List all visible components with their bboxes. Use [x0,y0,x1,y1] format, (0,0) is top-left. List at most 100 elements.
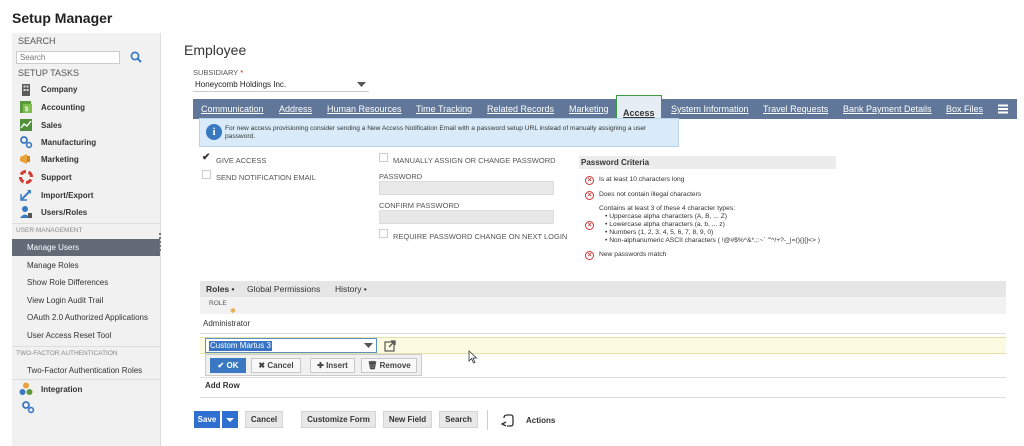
sidebar-item-marketing[interactable]: Marketing [18,151,79,167]
actions-menu[interactable]: Actions [500,413,555,427]
criteria-type-symbols: • Non-alphanumeric ASCII characters ( !@… [605,237,821,244]
search-button[interactable]: Search [439,411,478,428]
role-select-value: Custom Martus 3 [209,341,272,351]
sidebar-item-company[interactable]: Company [18,81,77,97]
roles-column-header: ROLE ✱ [200,297,1006,315]
close-icon: ✖ [258,361,268,370]
app-title: Setup Manager [12,10,113,26]
manually-assign-checkbox[interactable] [379,153,388,162]
save-options-button[interactable] [222,411,238,428]
tab-bank-payment-details[interactable]: Bank Payment Details [843,99,932,119]
two-factor-header: TWO-FACTOR AUTHENTICATION [16,350,118,357]
sidebar-item-label: Company [41,84,78,94]
subtab-roles[interactable]: Roles • [206,281,234,297]
require-change-label: REQUIRE PASSWORD CHANGE ON NEXT LOGIN [393,232,568,241]
tab-system-information[interactable]: System Information [671,99,749,119]
setup-tasks-label: SETUP TASKS [18,68,80,78]
tab-communication[interactable]: Communication [201,99,264,119]
password-field[interactable] [379,181,554,195]
sidebar-item-users-roles[interactable]: Users/Roles [18,204,87,220]
row-divider [200,377,1006,378]
trash-icon: 🗑 [367,361,380,370]
sidebar-link-oauth-apps[interactable]: OAuth 2.0 Authorized Applications [12,309,160,326]
criteria-match: New passwords match [599,251,667,258]
criteria-illegal: Does not contain illegal characters [599,191,702,198]
subsidiary-select[interactable]: Honeycomb Holdings Inc. [193,78,369,92]
chevron-down-icon [357,82,366,87]
megaphone-icon [18,152,34,166]
sidebar-search-input[interactable] [16,51,120,64]
sidebar-link-manage-users[interactable]: Manage Users [12,239,160,256]
send-notification-label: SEND NOTIFICATION EMAIL [216,173,316,182]
manually-assign-label: MANUALLY ASSIGN OR CHANGE PASSWORD [393,156,556,165]
integration-icon [18,382,34,396]
role-column-label: ROLE ✱ [209,300,236,315]
add-row-button[interactable]: Add Row [205,381,240,390]
x-circle-icon: × [585,176,594,185]
tab-time-tracking[interactable]: Time Tracking [416,99,472,119]
cancel-button[interactable]: Cancel [245,411,283,428]
insert-row-button[interactable]: ✚ Insert [310,358,355,373]
chart-icon [18,118,34,132]
sidebar-link-access-reset[interactable]: User Access Reset Tool [12,327,160,344]
tab-related-records[interactable]: Related Records [487,99,554,119]
sidebar-item-import-export[interactable]: Import/Export [18,187,93,203]
info-icon: i [206,124,222,140]
subtab-history[interactable]: History • [335,281,367,297]
menu-icon[interactable] [997,103,1009,115]
subtab-global-permissions[interactable]: Global Permissions [247,281,320,297]
sidebar-item-label: Import/Export [41,190,94,200]
gears-icon[interactable] [21,400,35,414]
role-row-administrator[interactable]: Administrator [203,319,250,328]
tab-human-resources[interactable]: Human Resources [327,99,402,119]
sidebar-link-login-audit[interactable]: View Login Audit Trail [12,292,160,309]
chevron-down-icon [364,343,373,348]
sidebar-item-label: Accounting [41,102,85,112]
tab-marketing[interactable]: Marketing [569,99,609,119]
tab-address[interactable]: Address [279,99,312,119]
customize-form-button[interactable]: Customize Form [301,411,376,428]
sidebar-divider [12,346,160,347]
tab-travel-requests[interactable]: Travel Requests [763,99,828,119]
divider [487,410,488,430]
sidebar-item-manufacturing[interactable]: Manufacturing [18,134,96,150]
x-circle-icon: × [585,221,594,230]
open-record-icon[interactable] [384,340,396,352]
tab-box-files[interactable]: Box Files [946,99,983,119]
row-action-bar: ✔ OK ✖ Cancel ✚ Insert 🗑 Remove [205,354,422,376]
send-notification-checkbox[interactable] [202,170,211,179]
sidebar-item-label: Users/Roles [41,207,88,217]
row-divider [200,397,1006,398]
subsidiary-value: Honeycomb Holdings Inc. [195,80,287,89]
sidebar-link-manage-roles[interactable]: Manage Roles [12,257,160,274]
save-button[interactable]: Save [194,411,220,428]
search-icon[interactable] [129,50,143,64]
user-icon [18,205,34,219]
lifebuoy-icon [18,170,34,184]
confirm-password-label: CONFIRM PASSWORD [379,201,460,210]
sidebar-link-two-factor-roles[interactable]: Two-Factor Authentication Roles [12,362,160,379]
sidebar-item-sales[interactable]: Sales [18,117,62,133]
ledger-icon: $ [18,100,34,114]
role-select[interactable]: Custom Martus 3 [205,338,377,353]
user-management-header: USER MANAGEMENT [16,227,83,234]
ok-button[interactable]: ✔ OK [210,358,246,373]
criteria-type-lower: • Lowercase alpha characters (a, b, ... … [605,221,725,228]
gears-icon [18,135,34,149]
sidebar-item-support[interactable]: Support [18,169,72,185]
check-icon: ✔ [217,361,227,370]
sidebar: SEARCH SETUP TASKS Company $ Accounting … [12,33,161,446]
remove-row-button[interactable]: 🗑 Remove [361,358,417,373]
require-change-checkbox[interactable] [379,229,388,238]
sidebar-item-accounting[interactable]: $ Accounting [18,99,85,115]
sidebar-item-integration[interactable]: Integration [18,381,82,397]
cancel-row-button[interactable]: ✖ Cancel [251,358,301,373]
confirm-password-field[interactable] [379,210,554,224]
sidebar-resize-handle[interactable] [159,233,161,251]
give-access-checkbox[interactable]: ✔ [202,153,211,163]
arrows-icon [18,188,34,202]
new-field-button[interactable]: New Field [383,411,432,428]
sidebar-link-role-differences[interactable]: Show Role Differences [12,274,160,291]
banner-text: For new access provisioning consider sen… [225,125,647,140]
x-circle-icon: × [585,191,594,200]
